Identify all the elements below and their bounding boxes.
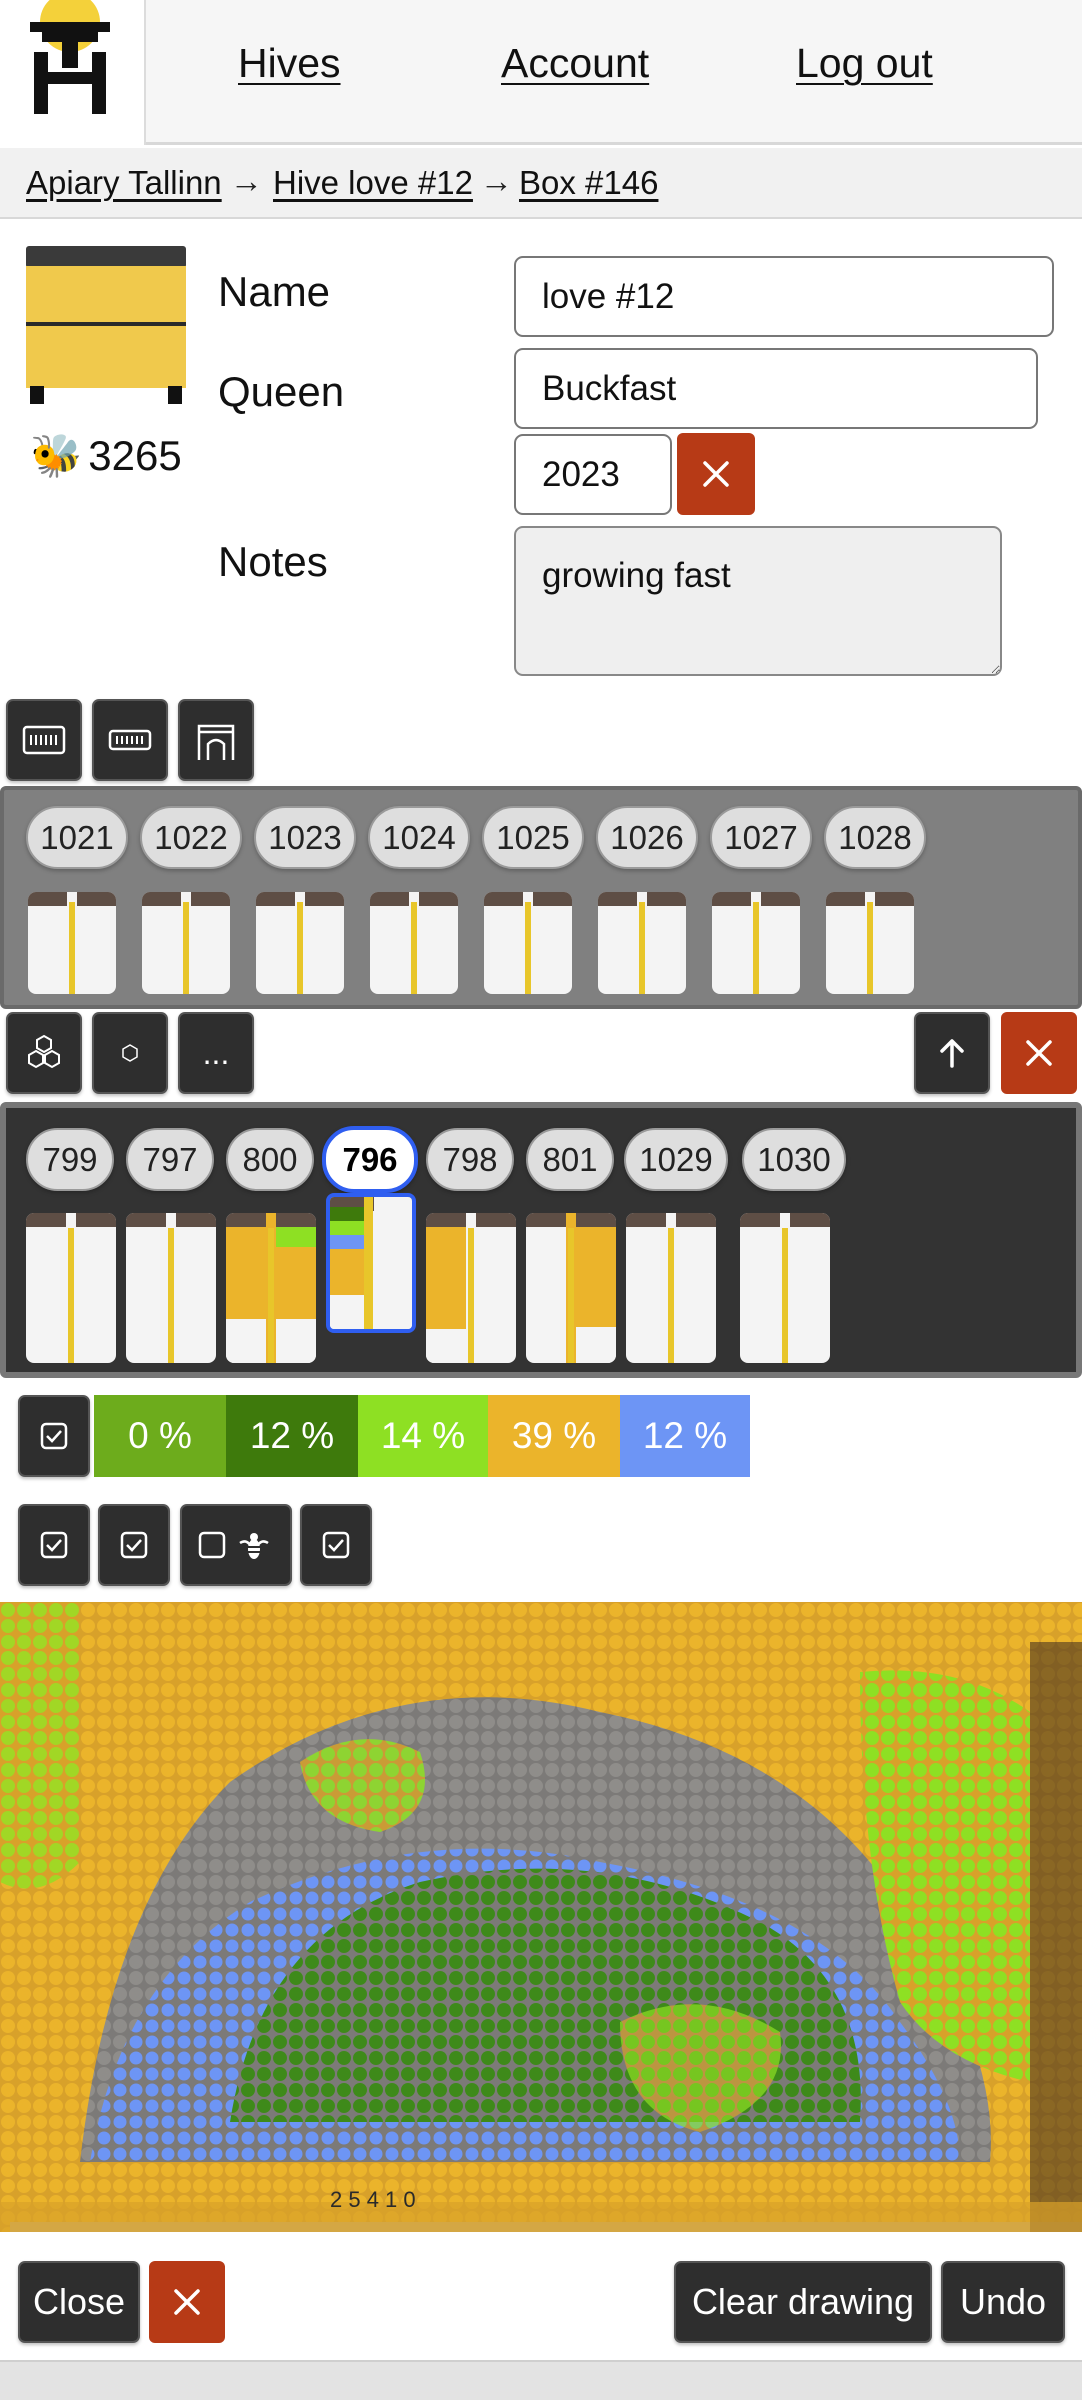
add-super-box-button[interactable] [92, 699, 168, 781]
close-icon [703, 461, 729, 487]
frame-tab-selected[interactable]: 796 [322, 1126, 418, 1193]
hive-box-icon [26, 246, 186, 404]
queen-year-input[interactable] [514, 434, 672, 515]
bee-count-value: 3265 [88, 432, 182, 479]
frame-tab[interactable]: 801 [526, 1128, 614, 1191]
toggle-cells-checkbox[interactable] [300, 1504, 372, 1586]
close-icon [1026, 1040, 1052, 1066]
stat-larvae: 14 % [358, 1395, 488, 1477]
breadcrumb: Apiary Tallinn → Hive love #12 → Box #14… [0, 148, 1082, 219]
stat-honey: 39 % [488, 1395, 620, 1477]
frame-thumbnail[interactable] [142, 892, 230, 994]
stat-capped-brood: 0 % [94, 1395, 226, 1477]
notes-label: Notes [218, 538, 328, 585]
toggle-resources-checkbox[interactable] [18, 1395, 90, 1477]
frame-tab[interactable]: 1028 [824, 806, 926, 869]
undo-button[interactable]: Undo [941, 2261, 1065, 2343]
checkbox-checked-icon [120, 1531, 148, 1559]
breadcrumb-separator: → [230, 162, 263, 199]
frame-thumbnail[interactable] [526, 1213, 616, 1363]
frame-thumbnail[interactable] [226, 1213, 316, 1363]
checkbox-checked-icon [40, 1422, 68, 1450]
super-box-icon [108, 729, 152, 751]
top-nav-bar: Hives Account Log out [0, 0, 1082, 145]
frame-serial-label: 2 5 4 1 0 [330, 2187, 416, 2212]
frame-tab[interactable]: 1030 [742, 1128, 846, 1191]
frame-tab[interactable]: 1029 [624, 1128, 728, 1191]
queen-label: Queen [218, 368, 345, 415]
nav-link-account[interactable]: Account [501, 40, 649, 87]
frame-tab[interactable]: 1025 [482, 806, 584, 869]
stat-eggs: 12 % [226, 1395, 358, 1477]
beehive-logo-icon [30, 0, 110, 114]
add-foundation-button[interactable] [92, 1012, 168, 1094]
hexagon-icon [122, 1044, 138, 1062]
frame-thumbnail[interactable] [626, 1213, 716, 1363]
frame-thumbnail-selected[interactable] [326, 1193, 416, 1333]
move-box-up-button[interactable] [914, 1012, 990, 1094]
bee-icon: 🐝 [30, 432, 83, 479]
nav-link-logout[interactable]: Log out [796, 40, 933, 87]
frame-tab[interactable]: 1026 [596, 806, 698, 869]
frame-thumbnail[interactable] [126, 1213, 216, 1363]
name-label: Name [218, 268, 331, 315]
breadcrumb-hive[interactable]: Hive love #12 [273, 164, 473, 202]
frame-thumbnail[interactable] [370, 892, 458, 994]
breadcrumb-apiary[interactable]: Apiary Tallinn [26, 164, 222, 202]
frame-thumbnail[interactable] [598, 892, 686, 994]
frame-tab[interactable]: 1024 [368, 806, 470, 869]
frame-thumbnail[interactable] [28, 892, 116, 994]
frame-thumbnail[interactable] [26, 1213, 116, 1363]
add-gate-button[interactable] [178, 699, 254, 781]
delete-box-button[interactable] [1001, 1012, 1077, 1094]
deep-box-icon [22, 725, 66, 755]
queen-bee-icon [198, 1531, 269, 1559]
add-frame-button[interactable] [6, 1012, 82, 1094]
frame-thumbnail[interactable] [712, 892, 800, 994]
frame-tab[interactable]: 1022 [140, 806, 242, 869]
queen-race-input[interactable] [514, 348, 1038, 429]
close-icon [174, 2289, 200, 2315]
checkbox-checked-icon [40, 1531, 68, 1559]
frame-thumbnail[interactable] [740, 1213, 830, 1363]
breadcrumb-separator: → [480, 162, 513, 199]
stat-pollen: 12 % [620, 1395, 750, 1477]
checkbox-checked-icon [322, 1531, 350, 1559]
frame-cell-detection-image: 2 5 4 1 0 [0, 1602, 1082, 2232]
toggle-queen-checkbox[interactable] [180, 1504, 292, 1586]
gate-icon [197, 724, 235, 760]
hive-name-input[interactable] [514, 256, 1054, 337]
frame-tab[interactable]: 798 [426, 1128, 514, 1191]
notes-textarea[interactable]: growing fast [514, 526, 1002, 676]
toggle-bees-checkbox[interactable] [98, 1504, 170, 1586]
arrow-up-icon [940, 1039, 964, 1068]
add-deep-box-button[interactable] [6, 699, 82, 781]
frame-tab[interactable]: 1021 [26, 806, 128, 869]
frame-thumbnail[interactable] [484, 892, 572, 994]
bee-count: 🐝 3265 [30, 432, 182, 481]
frame-tab[interactable]: 1023 [254, 806, 356, 869]
breadcrumb-box[interactable]: Box #146 [519, 164, 658, 202]
frame-tab[interactable]: 799 [26, 1128, 114, 1191]
close-button[interactable]: Close [18, 2261, 140, 2343]
frame-thumbnail[interactable] [826, 892, 914, 994]
frame-photo-canvas[interactable]: 2 5 4 1 0 [0, 1602, 1082, 2232]
bottom-strip [0, 2360, 1082, 2400]
honeycomb-icon [28, 1034, 60, 1069]
frame-tab[interactable]: 797 [126, 1128, 214, 1191]
nav-link-hives[interactable]: Hives [238, 40, 341, 87]
more-options-button[interactable]: ... [178, 1012, 254, 1094]
frame-tab[interactable]: 1027 [710, 806, 812, 869]
toggle-detection-checkbox[interactable] [18, 1504, 90, 1586]
frame-tab[interactable]: 800 [226, 1128, 314, 1191]
remove-queen-button[interactable] [677, 433, 755, 515]
app-logo[interactable] [0, 0, 146, 145]
clear-drawing-button[interactable]: Clear drawing [674, 2261, 932, 2343]
frame-thumbnail[interactable] [256, 892, 344, 994]
frame-thumbnail[interactable] [426, 1213, 516, 1363]
delete-frame-button[interactable] [149, 2261, 225, 2343]
